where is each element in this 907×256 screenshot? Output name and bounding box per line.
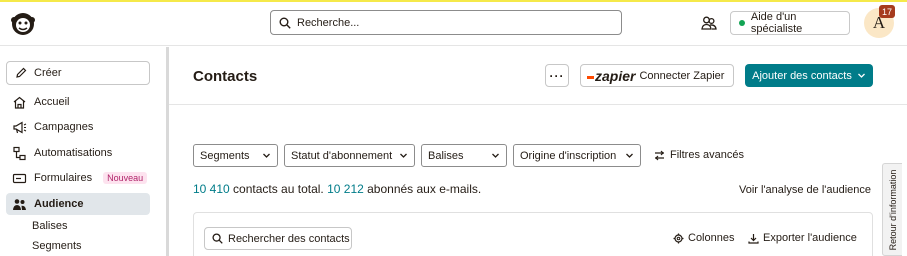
online-status-dot <box>739 20 745 26</box>
filter-segments-dropdown[interactable]: Segments <box>193 144 278 167</box>
contacts-summary: 10 410 contacts au total. 10 212 abonnés… <box>193 182 481 196</box>
sidebar-item-automations[interactable]: Automatisations <box>6 142 150 164</box>
filter-subscription-status-dropdown[interactable]: Statut d'abonnement <box>284 144 415 167</box>
sidebar-subitem-tags[interactable]: Balises <box>32 220 67 232</box>
export-audience-button[interactable]: Exporter l'audience <box>748 232 857 244</box>
feedback-tab[interactable]: Retour d'information <box>882 163 902 256</box>
sidebar-item-label: Formulaires <box>34 172 93 184</box>
sidebar-item-label: Accueil <box>34 96 70 108</box>
create-button[interactable]: Créer <box>6 61 150 85</box>
filter-label: Balises <box>428 149 464 162</box>
subscribed-count[interactable]: 10 212 <box>327 182 364 196</box>
filter-label: Statut d'abonnement <box>291 149 393 162</box>
add-contacts-label: Ajouter des contacts <box>752 69 852 82</box>
export-audience-label: Exporter l'audience <box>763 232 857 244</box>
chevron-down-icon <box>262 151 271 160</box>
chevron-down-icon <box>491 151 500 160</box>
gear-icon <box>673 233 684 244</box>
header-divider <box>169 104 907 105</box>
sliders-icon <box>654 150 665 161</box>
filter-tags-dropdown[interactable]: Balises <box>421 144 507 167</box>
search-placeholder: Recherche... <box>297 16 360 29</box>
sidebar-item-home[interactable]: Accueil <box>6 91 150 113</box>
advanced-filters-button[interactable]: Filtres avancés <box>654 149 744 161</box>
page-title: Contacts <box>193 68 258 85</box>
subscribed-text: abonnés aux e-mails. <box>363 182 482 196</box>
expert-help-label: Aide d'un spécialiste <box>750 11 803 35</box>
filter-label: Origine d'inscription <box>520 149 617 162</box>
mailchimp-logo-icon[interactable] <box>8 8 38 38</box>
connect-zapier-button[interactable]: zapier Connecter Zapier <box>580 64 734 87</box>
audience-icon <box>12 197 27 212</box>
flow-icon <box>12 146 27 161</box>
sidebar-item-campaigns[interactable]: Campagnes <box>6 116 150 138</box>
sidebar-item-label: Campagnes <box>34 121 94 133</box>
total-contacts-text: contacts au total. <box>229 182 328 196</box>
sidebar-scrollbar[interactable] <box>166 47 169 256</box>
columns-button[interactable]: Colonnes <box>673 232 734 244</box>
search-icon <box>212 233 223 244</box>
expert-help-button[interactable]: Aide d'un spécialiste <box>730 11 850 35</box>
filter-signup-source-dropdown[interactable]: Origine d'inscription <box>513 144 641 167</box>
feedback-tab-label: Retour d'information <box>887 169 898 250</box>
add-contacts-button[interactable]: Ajouter des contacts <box>745 64 873 87</box>
columns-label: Colonnes <box>688 232 735 244</box>
chevron-down-icon <box>857 71 866 80</box>
total-contacts-count[interactable]: 10 410 <box>193 182 230 196</box>
global-search-input[interactable]: Recherche... <box>270 10 622 35</box>
advanced-filters-label: Filtres avancés <box>670 149 744 161</box>
team-icon[interactable] <box>700 14 718 32</box>
sidebar-item-forms[interactable]: Formulaires Nouveau <box>6 167 150 189</box>
notification-badge: 17 <box>879 5 895 18</box>
more-options-icon: ··· <box>549 68 565 83</box>
chevron-down-icon <box>399 151 408 160</box>
sidebar-item-label: Automatisations <box>34 147 113 159</box>
megaphone-icon <box>12 120 27 135</box>
pencil-icon <box>15 67 27 79</box>
home-icon <box>12 95 27 110</box>
audience-analysis-link[interactable]: Voir l'analyse de l'audience <box>739 184 871 196</box>
search-contacts-button[interactable]: Rechercher des contacts <box>204 227 352 250</box>
sidebar-item-label: Audience <box>34 198 84 210</box>
zapier-logo-text: zapier <box>595 67 636 84</box>
sidebar-subitem-segments[interactable]: Segments <box>32 240 82 252</box>
create-label: Créer <box>34 67 62 79</box>
connect-zapier-label: Connecter Zapier <box>639 69 725 82</box>
search-icon <box>279 17 291 29</box>
download-icon <box>748 233 759 244</box>
more-options-button[interactable]: ··· <box>545 64 569 87</box>
filter-label: Segments <box>200 149 250 162</box>
sidebar-item-audience[interactable]: Audience <box>6 193 150 215</box>
zapier-logo-icon: zapier <box>587 68 635 84</box>
form-icon <box>12 171 27 186</box>
chevron-down-icon <box>625 151 634 160</box>
search-contacts-label: Rechercher des contacts <box>228 232 350 245</box>
new-badge: Nouveau <box>103 172 148 184</box>
